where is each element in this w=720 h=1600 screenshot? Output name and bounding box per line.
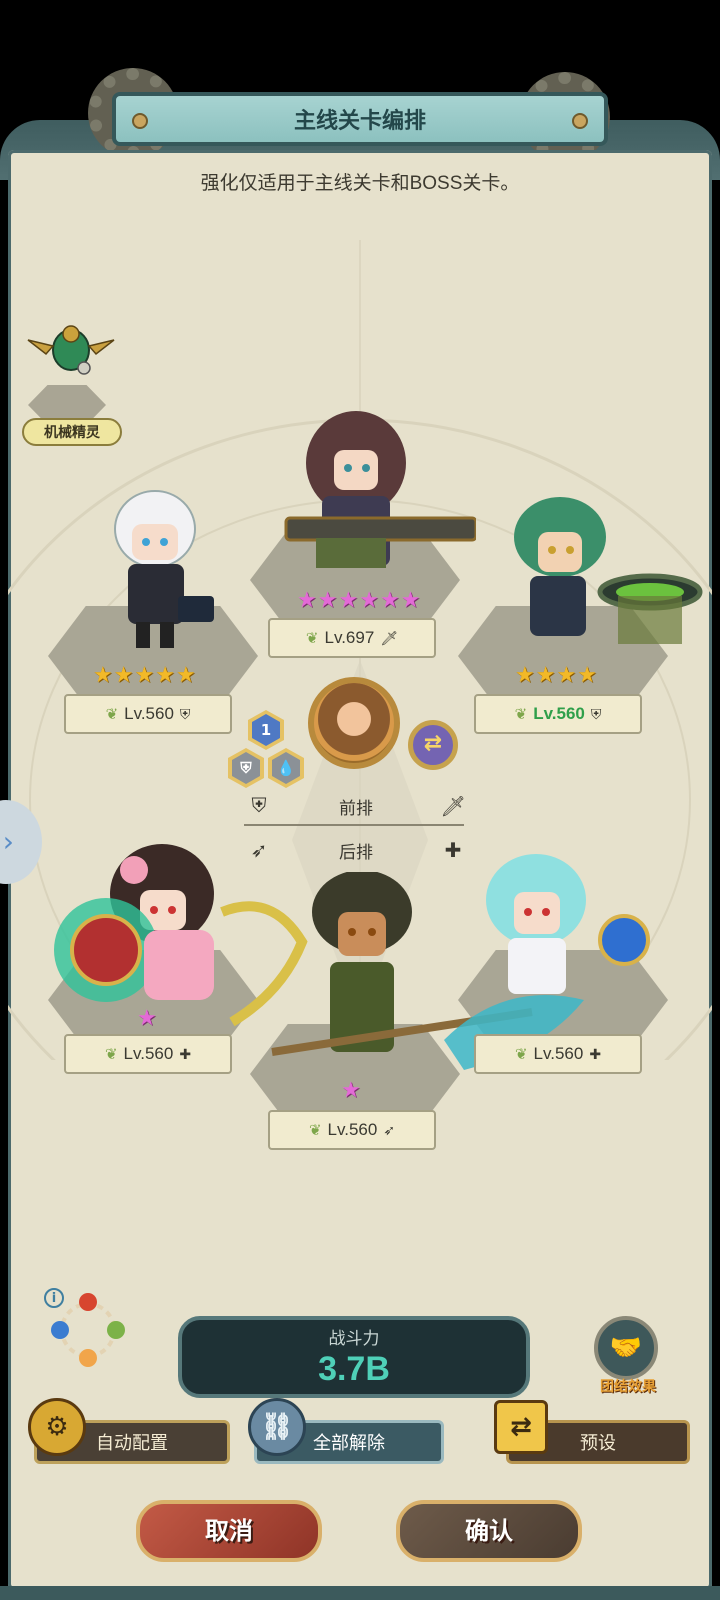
combat-power-label: 战斗力: [328, 1329, 380, 1348]
chevron-right-icon: ›: [2, 825, 14, 858]
bow-icon: ➶: [383, 1121, 396, 1138]
confirm-label: 确认: [465, 1518, 513, 1545]
leaf-icon: ❦: [104, 1046, 118, 1063]
leader-portrait[interactable]: [308, 677, 400, 769]
swap-arrows-icon: ⇄: [494, 1400, 548, 1454]
combat-power-box: 战斗力 3.7B: [178, 1316, 530, 1398]
hero-back-left[interactable]: [44, 830, 224, 1010]
level-plate-front-right[interactable]: ❦ Lv.560 ⛨: [474, 694, 642, 734]
star-icon: ★: [379, 588, 400, 613]
level-text: Lv.560: [123, 1044, 174, 1063]
unlink-icon: ⛓: [248, 1398, 306, 1456]
page-title: 主线关卡编排: [112, 92, 608, 146]
water-drop-icon: 💧: [272, 752, 300, 784]
cross-icon: ✚: [444, 840, 462, 862]
mechanical-beetle-icon[interactable]: [26, 318, 116, 378]
back-row-legend: ➶ 后排 ✚: [246, 838, 466, 863]
back-row-label: 后排: [339, 843, 373, 862]
star-icon: ★: [137, 1006, 157, 1031]
front-row-label: 前排: [339, 799, 373, 818]
shield-icon: ⛨: [179, 705, 191, 722]
combat-power-value: 3.7B: [318, 1350, 390, 1388]
handshake-icon[interactable]: 🤝: [594, 1316, 658, 1380]
clear-all-label: 全部解除: [313, 1433, 385, 1453]
stars-back-left: ★: [137, 1008, 157, 1030]
star-icon: ★: [338, 588, 359, 613]
stars-back-center: ★: [341, 1080, 361, 1102]
star-icon: ★: [297, 588, 317, 613]
leaf-icon: ❦: [514, 706, 528, 723]
gear-icon: ⚙: [28, 1398, 86, 1456]
leaf-icon: ❦: [308, 1122, 322, 1139]
star-icon: ★: [113, 663, 134, 688]
sword-icon: 🗡: [380, 629, 399, 646]
page-title-text: 主线关卡编排: [293, 108, 426, 133]
star-icon: ★: [359, 588, 379, 613]
leaf-icon: ❦: [514, 1046, 528, 1063]
level-plate-back-right[interactable]: ❦ Lv.560 ✚: [474, 1034, 642, 1074]
hero-front-right[interactable]: [500, 492, 705, 662]
level-text: Lv.560: [327, 1120, 378, 1139]
cancel-button[interactable]: 取消: [136, 1500, 322, 1562]
level-text: Lv.697: [324, 628, 375, 647]
level-plate-back-center[interactable]: ❦ Lv.560 ➶: [268, 1110, 436, 1150]
level-plate-front-center[interactable]: ❦ Lv.697 🗡: [268, 618, 436, 658]
preset-label: 预设: [580, 1433, 616, 1453]
star-icon: ★: [93, 663, 113, 688]
hero-front-center[interactable]: [276, 408, 476, 588]
title-rivet-left: [132, 113, 148, 129]
stars-front-right: ★ ★ ★ ★: [515, 665, 597, 687]
leaf-icon: ❦: [105, 706, 119, 723]
bottom-frame: [0, 1586, 720, 1600]
leader-number: 1: [252, 714, 280, 746]
level-plate-back-left[interactable]: ❦ Lv.560 ✚: [64, 1034, 232, 1074]
cross-icon: ✚: [589, 1045, 602, 1062]
star-icon: ★: [515, 663, 535, 688]
star-icon: ★: [556, 663, 577, 688]
swap-leader-button[interactable]: ⇄: [408, 720, 458, 770]
confirm-button[interactable]: 确认: [396, 1500, 582, 1562]
star-icon: ★: [134, 663, 155, 688]
hero-front-left[interactable]: [100, 484, 220, 654]
star-icon: ★: [400, 588, 421, 613]
star-icon: ★: [155, 663, 175, 688]
shield-icon: ⛨: [251, 795, 267, 817]
shield-icon: ⛨: [590, 705, 602, 722]
front-row-legend: ⛨ 前排 🗡: [246, 794, 466, 819]
auto-configure-label: 自动配置: [96, 1433, 168, 1453]
level-text: Lv.560: [533, 1044, 584, 1063]
stars-front-left: ★ ★ ★ ★ ★: [93, 665, 196, 687]
row-divider: [244, 824, 464, 826]
cross-icon: ✚: [179, 1045, 192, 1062]
star-icon: ★: [535, 663, 556, 688]
page-subtitle: 强化仅适用于主线关卡和BOSS关卡。: [200, 173, 520, 194]
cancel-label: 取消: [205, 1518, 253, 1545]
leaf-icon: ❦: [305, 630, 319, 647]
bond-effect-label[interactable]: 团结效果: [588, 1376, 668, 1396]
bow-icon: ➶: [250, 840, 268, 862]
stars-front-center: ★ ★ ★ ★ ★ ★: [297, 590, 420, 612]
sword-icon: 🗡: [440, 796, 466, 818]
level-text: Lv.560: [124, 704, 174, 723]
spirit-label[interactable]: 机械精灵: [22, 418, 122, 446]
star-icon: ★: [341, 1078, 361, 1103]
level-text: Lv.560: [533, 704, 585, 723]
title-rivet-right: [572, 113, 588, 129]
level-plate-front-left[interactable]: ❦ Lv.560 ⛨: [64, 694, 232, 734]
shield-icon: ⛨: [232, 752, 260, 784]
swap-arrows-icon: ⇄: [423, 731, 443, 756]
star-icon: ★: [317, 588, 338, 613]
element-wheel[interactable]: [48, 1288, 128, 1368]
star-icon: ★: [175, 663, 196, 688]
star-icon: ★: [577, 663, 597, 688]
